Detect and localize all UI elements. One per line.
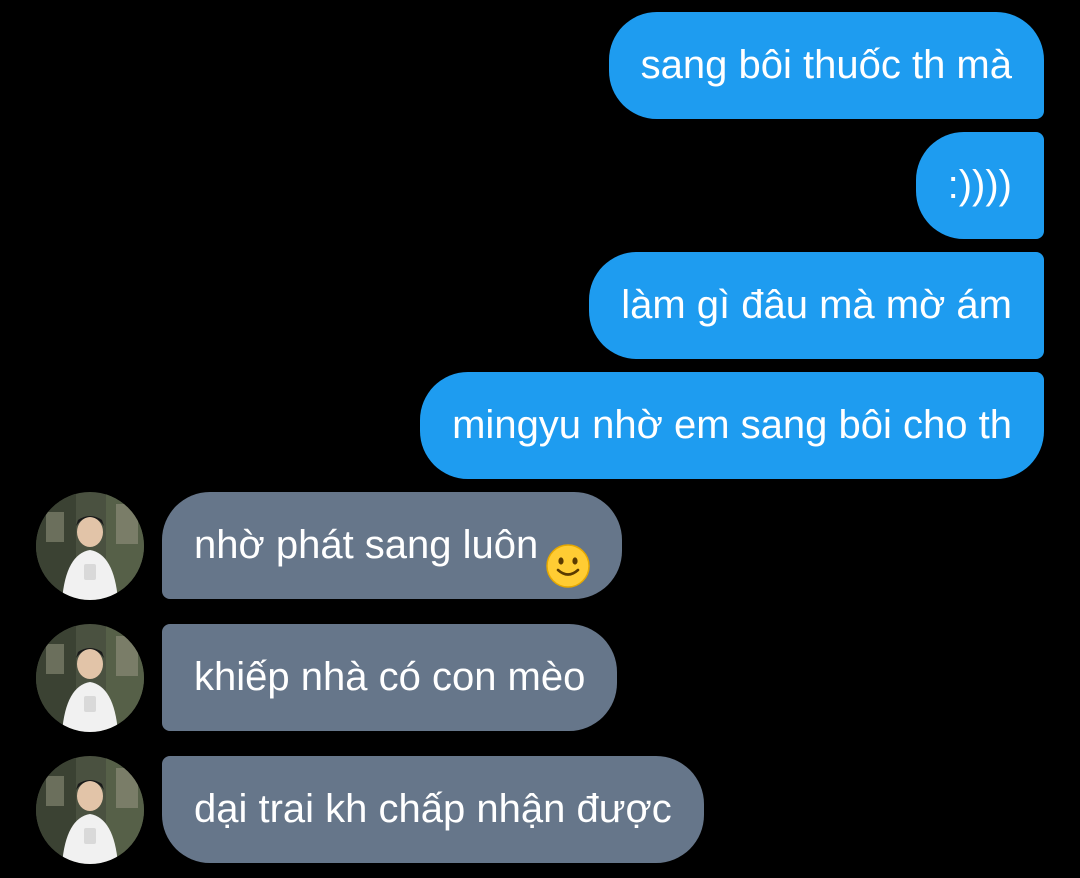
message-text: sang bôi thuốc th mà <box>640 43 1012 87</box>
sent-message[interactable]: sang bôi thuốc th mà <box>608 12 1044 119</box>
sent-message[interactable]: :)))) <box>915 132 1044 239</box>
avatar-photo <box>36 624 144 732</box>
avatar-photo <box>36 492 144 600</box>
avatar[interactable] <box>36 624 144 732</box>
avatar[interactable] <box>36 492 144 600</box>
chat-thread: sang bôi thuốc th mà :)))) làm gì đâu mà… <box>0 0 1080 878</box>
message-text: khiếp nhà có con mèo <box>194 655 586 699</box>
received-message[interactable]: dại trai kh chấp nhận được <box>162 756 704 863</box>
message-text: dại trai kh chấp nhận được <box>194 787 672 831</box>
received-message[interactable]: khiếp nhà có con mèo <box>162 624 618 731</box>
avatar-photo <box>36 756 144 864</box>
avatar[interactable] <box>36 756 144 864</box>
sent-message[interactable]: làm gì đâu mà mờ ám <box>589 252 1044 359</box>
message-text: :)))) <box>947 163 1012 207</box>
received-message[interactable]: nhờ phát sang luôn <box>162 492 623 599</box>
message-text: mingyu nhờ em sang bôi cho th <box>452 403 1012 447</box>
slightly-smiling-face-icon <box>546 522 591 589</box>
message-text: làm gì đâu mà mờ ám <box>621 283 1012 327</box>
sent-message[interactable]: mingyu nhờ em sang bôi cho th <box>420 372 1044 479</box>
message-text: nhờ phát sang luôn <box>194 523 539 567</box>
